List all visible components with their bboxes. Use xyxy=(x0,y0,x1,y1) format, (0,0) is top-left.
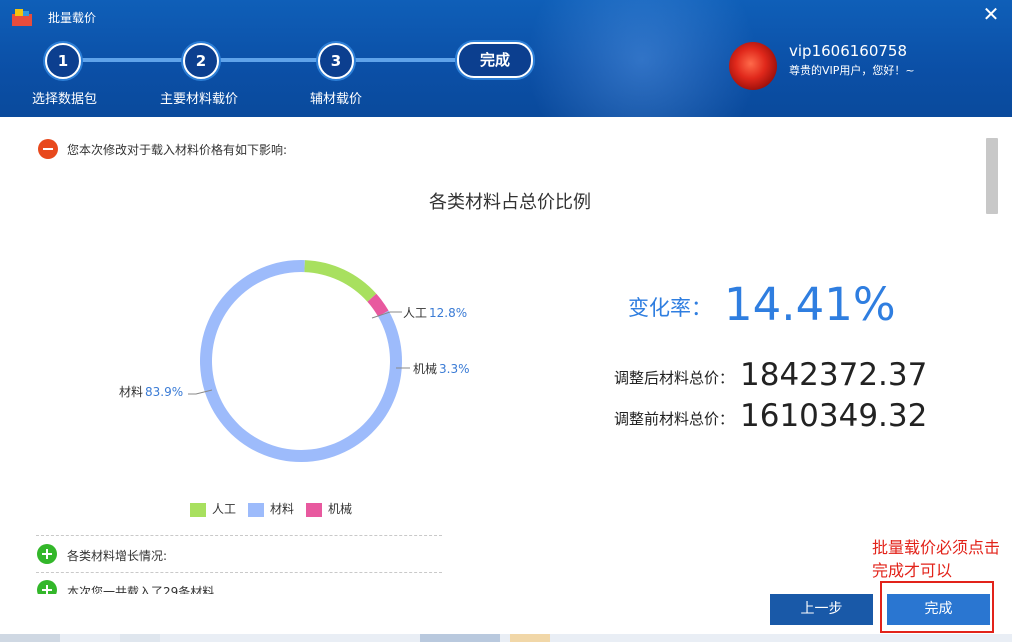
legend-item-cailiao[interactable]: 材料 xyxy=(248,500,294,518)
rate-value: 14.41% xyxy=(724,278,896,331)
loaded-section-clip: 本次您一共载入了29条材料 xyxy=(0,576,470,594)
expand-icon[interactable] xyxy=(37,544,57,564)
slice-label-rengong: 人工 12.8% xyxy=(403,304,467,321)
slice-name: 材料 xyxy=(119,385,144,399)
after-price-label: 调整后材料总价： xyxy=(614,369,735,387)
divider xyxy=(36,572,442,573)
annotation-highlight-box xyxy=(880,581,994,633)
divider xyxy=(36,535,442,536)
slice-label-cailiao: 材料 83.9% xyxy=(119,383,183,400)
rate-label: 变化率： xyxy=(628,296,712,320)
legend-item-jixie[interactable]: 机械 xyxy=(306,500,352,518)
slice-name: 机械 xyxy=(413,362,438,376)
legend-swatch xyxy=(306,502,322,517)
slice-name: 人工 xyxy=(403,306,428,320)
legend-swatch xyxy=(248,502,264,517)
before-price-label: 调整前材料总价： xyxy=(614,410,735,428)
slice-pct: 12.8% xyxy=(429,306,468,320)
annotation-text: 批量载价必须点击完成才可以 xyxy=(872,538,1001,580)
loaded-section-label: 本次您一共载入了29条材料 xyxy=(67,585,215,594)
prev-button[interactable]: 上一步 xyxy=(770,594,873,625)
slice-pct: 83.9% xyxy=(145,385,184,399)
growth-section-label: 各类材料增长情况: xyxy=(67,549,168,563)
background-window-strip xyxy=(0,634,1012,642)
expand-icon[interactable] xyxy=(37,580,57,594)
slice-label-jixie: 机械 3.3% xyxy=(413,360,470,377)
legend-swatch xyxy=(190,502,206,517)
legend-label: 材料 xyxy=(270,502,295,516)
after-price-value: 1842372.37 xyxy=(740,357,928,393)
before-price-value: 1610349.32 xyxy=(740,398,928,434)
legend-label: 人工 xyxy=(212,502,237,516)
legend-label: 机械 xyxy=(328,502,353,516)
donut-slice-人工[interactable] xyxy=(304,260,377,302)
slice-pct: 3.3% xyxy=(439,362,470,376)
legend-item-rengong[interactable]: 人工 xyxy=(190,500,236,518)
scrollbar-thumb[interactable] xyxy=(986,138,998,214)
